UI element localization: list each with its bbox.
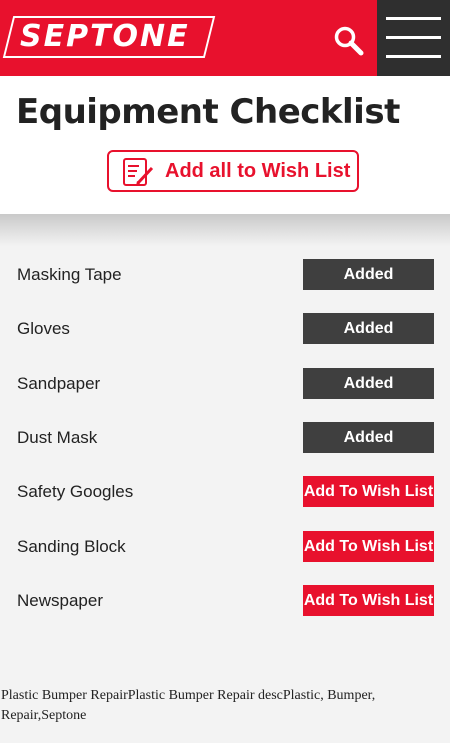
search-icon[interactable] (333, 25, 365, 57)
add-all-label: Add all to Wish List (165, 160, 351, 182)
item-name: Newspaper (17, 591, 103, 610)
item-name: Dust Mask (17, 428, 98, 447)
list-item: Dust Mask Added (0, 422, 450, 476)
add-all-to-wish-list-button[interactable]: Add all to Wish List (107, 150, 359, 192)
item-name: Masking Tape (17, 265, 122, 284)
item-name: Gloves (17, 319, 70, 338)
menu-line (386, 36, 441, 39)
added-button[interactable]: Added (303, 259, 434, 290)
page-title: Equipment Checklist (16, 92, 400, 132)
menu-line (386, 55, 441, 58)
panel-shadow (0, 214, 450, 246)
logo[interactable]: SEPTONE (20, 19, 200, 55)
added-button[interactable]: Added (303, 313, 434, 344)
list-item: Masking Tape Added (0, 259, 450, 313)
add-to-wish-list-button[interactable]: Add To Wish List (303, 476, 434, 507)
item-name: Safety Googles (17, 482, 134, 501)
menu-line (386, 17, 441, 20)
hamburger-menu-icon[interactable] (377, 0, 450, 76)
added-button[interactable]: Added (303, 422, 434, 453)
added-button[interactable]: Added (303, 368, 434, 399)
add-to-wish-list-button[interactable]: Add To Wish List (303, 585, 434, 616)
list-item: Sanding Block Add To Wish List (0, 531, 450, 585)
list-item: Safety Googles Add To Wish List (0, 476, 450, 530)
list-item: Sandpaper Added (0, 368, 450, 422)
checklist-pen-icon (121, 156, 155, 188)
item-name: Sanding Block (17, 537, 126, 556)
add-to-wish-list-button[interactable]: Add To Wish List (303, 531, 434, 562)
list-item: Newspaper Add To Wish List (0, 585, 450, 639)
footer-meta-text: Plastic Bumper RepairPlastic Bumper Repa… (1, 688, 376, 723)
list-item: Gloves Added (0, 313, 450, 367)
item-name: Sandpaper (17, 374, 101, 393)
